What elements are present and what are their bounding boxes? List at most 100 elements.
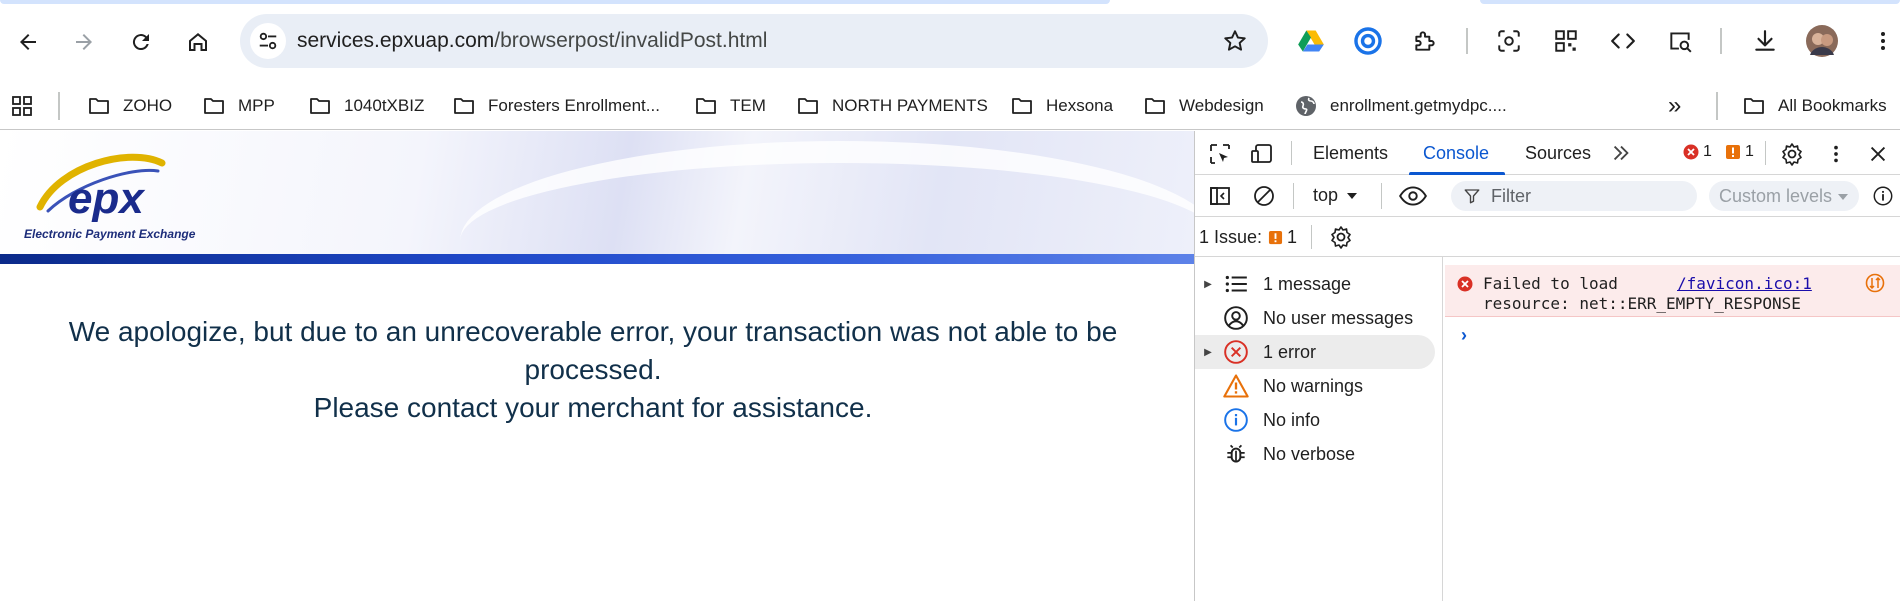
bookmark-folder-hexsona[interactable]: Hexsona — [1010, 90, 1113, 122]
console-error-message[interactable]: Failed to load /favicon.ico:1 resource: … — [1445, 265, 1900, 317]
google-drive-extension[interactable] — [1294, 24, 1328, 58]
console-sidebar: ▶ 1 message No user messages ▶ 1 error N… — [1195, 257, 1443, 601]
tab-console[interactable]: Console — [1423, 143, 1489, 164]
expand-triangle-icon[interactable]: ▶ — [1195, 347, 1221, 358]
url-path: /browserpost/invalidPost.html — [494, 29, 768, 52]
info-icon — [1873, 186, 1893, 206]
bookmark-label: ZOHO — [123, 96, 173, 115]
context-selector[interactable]: top — [1313, 185, 1358, 206]
devtools-separator — [1765, 141, 1766, 165]
warning-count: 1 — [1745, 143, 1754, 160]
bookmark-enrollment[interactable]: enrollment.getmydpc.... — [1294, 90, 1507, 122]
downloads-button[interactable] — [1748, 24, 1782, 58]
apps-button[interactable] — [10, 90, 46, 122]
arrow-right-icon — [76, 34, 92, 50]
bookmark-label: enrollment.getmydpc.... — [1330, 96, 1507, 115]
filter-icon — [1464, 189, 1480, 204]
profile-button[interactable] — [1805, 24, 1839, 58]
url-text[interactable]: services.epxuap.com/browserpost/invalidP… — [297, 29, 767, 53]
folder-icon — [1744, 98, 1764, 114]
console-settings-button[interactable] — [1327, 223, 1355, 251]
globe-icon — [1296, 96, 1316, 116]
devtools-tabbar: Elements Console Sources 1 1 — [1195, 131, 1900, 175]
bookmark-folder-foresters[interactable]: Foresters Enrollment... — [452, 90, 660, 122]
error-counter[interactable]: 1 — [1683, 143, 1712, 161]
tab-elements[interactable]: Elements — [1313, 143, 1388, 164]
devtools-separator — [1293, 183, 1294, 209]
devtools-settings-button[interactable] — [1777, 139, 1807, 169]
sidebar-item-messages[interactable]: ▶ 1 message — [1195, 267, 1435, 301]
sidebar-item-errors[interactable]: ▶ 1 error — [1195, 335, 1435, 369]
sidebar-item-info[interactable]: No info — [1195, 403, 1435, 437]
home-button[interactable] — [178, 22, 218, 62]
error-icon — [1221, 337, 1251, 367]
bookmark-star-icon[interactable] — [1222, 28, 1248, 54]
bookmark-folder-webdesign[interactable]: Webdesign — [1143, 90, 1264, 122]
bookmark-label: Webdesign — [1179, 96, 1264, 115]
user-icon — [1221, 303, 1251, 333]
sidebar-item-warnings[interactable]: No warnings — [1195, 369, 1435, 403]
all-bookmarks-button[interactable]: All Bookmarks — [1742, 90, 1887, 122]
all-bookmarks-label: All Bookmarks — [1778, 96, 1887, 115]
bookmark-folder-zoho[interactable]: ZOHO — [87, 90, 172, 122]
bookmark-folder-north-payments[interactable]: NORTH PAYMENTS — [796, 90, 988, 122]
console-toolbar: top Filter Custom levels — [1195, 175, 1900, 217]
devtools-separator — [1291, 141, 1292, 165]
error-message-line: We apologize, but due to an unrecoverabl… — [68, 316, 1118, 385]
forward-button[interactable] — [64, 22, 104, 62]
filter-placeholder: Filter — [1491, 186, 1531, 206]
browser-toolbar: services.epxuap.com/browserpost/invalidP… — [0, 0, 1900, 82]
live-expression-button[interactable] — [1395, 181, 1431, 211]
device-icon — [1251, 144, 1272, 163]
extensions-button[interactable] — [1408, 24, 1442, 58]
inspect-element-button[interactable] — [1205, 139, 1235, 169]
more-tabs-button[interactable] — [1609, 141, 1633, 165]
info-icon — [1221, 405, 1251, 435]
search-tab-button[interactable] — [1663, 24, 1697, 58]
folder-icon — [89, 98, 109, 114]
gear-icon — [1782, 143, 1802, 166]
warning-counter[interactable]: 1 — [1725, 143, 1754, 161]
issues-link[interactable]: 1 Issue: 1 — [1199, 227, 1297, 248]
expand-triangle-icon[interactable]: ▶ — [1195, 279, 1221, 290]
devtools-separator — [1381, 183, 1382, 209]
console-prompt[interactable]: › — [1461, 325, 1467, 346]
device-toolbar-button[interactable] — [1247, 139, 1277, 169]
folder-icon — [204, 98, 224, 114]
bookmark-folder-mpp[interactable]: MPP — [202, 90, 275, 122]
sidebar-item-label: No verbose — [1263, 443, 1356, 464]
browser-menu-button[interactable] — [1866, 24, 1900, 58]
back-button[interactable] — [8, 22, 48, 62]
log-levels-dropdown[interactable]: Custom levels — [1709, 181, 1859, 211]
sidebar-item-verbose[interactable]: No verbose — [1195, 437, 1435, 471]
bookmarks-overflow-button[interactable]: » — [1668, 90, 1681, 122]
close-devtools-button[interactable] — [1863, 139, 1893, 169]
network-request-icon[interactable] — [1865, 273, 1885, 293]
page-banner: epx Electronic Payment Exchange — [0, 131, 1194, 259]
console-info-button[interactable] — [1871, 184, 1895, 208]
bookmark-label: NORTH PAYMENTS — [832, 96, 988, 115]
site-info-button[interactable] — [250, 23, 286, 59]
reload-button[interactable] — [121, 22, 161, 62]
devtools-menu-button[interactable] — [1821, 139, 1851, 169]
home-icon — [189, 33, 207, 51]
grammarly-extension[interactable] — [1351, 24, 1385, 58]
filter-input[interactable]: Filter — [1451, 181, 1697, 211]
error-icon — [1457, 276, 1473, 292]
console-source-link[interactable]: /favicon.ico:1 — [1677, 274, 1812, 293]
qr-code-button[interactable] — [1549, 24, 1583, 58]
address-bar[interactable]: services.epxuap.com/browserpost/invalidP… — [240, 14, 1268, 68]
bookmark-label: Foresters Enrollment... — [488, 96, 660, 115]
block-icon — [1254, 186, 1274, 206]
bug-icon — [1221, 439, 1251, 469]
view-source-button[interactable] — [1606, 24, 1640, 58]
bookmark-folder-1040txbiz[interactable]: 1040tXBIZ — [308, 90, 424, 122]
clear-console-button[interactable] — [1249, 181, 1279, 211]
screenshot-button[interactable] — [1492, 24, 1526, 58]
gear-icon — [1331, 226, 1351, 249]
bookmarks-separator — [58, 92, 60, 120]
toggle-sidebar-button[interactable] — [1205, 181, 1235, 211]
bookmark-folder-tem[interactable]: TEM — [694, 90, 766, 122]
tab-sources[interactable]: Sources — [1525, 143, 1591, 164]
sidebar-item-user-messages[interactable]: No user messages — [1195, 301, 1435, 335]
